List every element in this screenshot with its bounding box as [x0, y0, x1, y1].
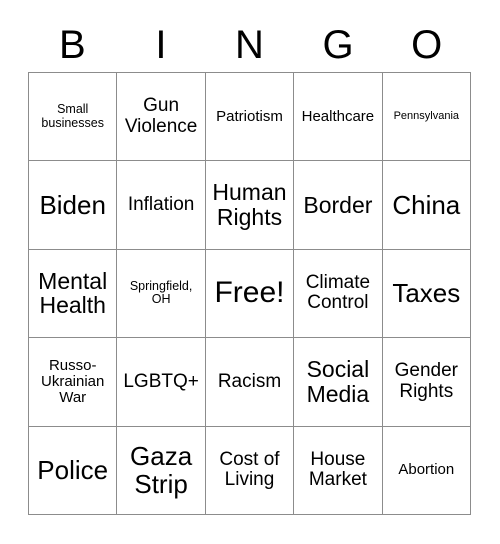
bingo-cell-label: Climate Control	[305, 271, 371, 314]
bingo-cell[interactable]: Border	[294, 161, 383, 250]
bingo-cell[interactable]: Springfield, OH	[117, 249, 206, 339]
bingo-cell-label: LGBTQ+	[123, 370, 199, 392]
bingo-cell[interactable]: Inflation	[117, 161, 206, 250]
bingo-cell-label: Free!	[214, 276, 285, 310]
bingo-cell[interactable]: Small businesses	[29, 73, 118, 162]
bingo-cell-label: Biden	[39, 190, 106, 221]
bingo-cell[interactable]: Mental Health	[29, 249, 118, 339]
bingo-cell[interactable]: Abortion	[382, 426, 471, 515]
bingo-header: B I N G O	[28, 18, 471, 72]
bingo-cell[interactable]: House Market	[294, 426, 383, 515]
bingo-cell-label: Abortion	[398, 461, 455, 479]
bingo-cell[interactable]: Gun Violence	[117, 73, 206, 162]
bingo-grid: Small businesses Gun Violence Patriotism…	[28, 72, 471, 515]
bingo-cell-label: Inflation	[127, 193, 195, 215]
bingo-cell[interactable]: Social Media	[294, 338, 383, 427]
bingo-cell-label: Patriotism	[216, 107, 283, 125]
bingo-cell-label: Gender Rights	[394, 360, 458, 402]
bingo-cell-label: Human Rights	[212, 179, 287, 231]
bingo-cell[interactable]: Healthcare	[294, 73, 383, 162]
bingo-cell-label: Border	[303, 191, 373, 218]
bingo-cell-label: Police	[37, 455, 109, 486]
bingo-cell[interactable]: Biden	[29, 161, 118, 250]
bingo-cell[interactable]: Gender Rights	[382, 338, 471, 427]
bingo-cell[interactable]: Cost of Living	[205, 426, 295, 515]
bingo-cell-label: Social Media	[306, 356, 370, 407]
bingo-cell[interactable]: Racism	[205, 338, 295, 427]
bingo-cell[interactable]: Gaza Strip	[117, 426, 206, 515]
bingo-cell-label: Taxes	[392, 278, 461, 309]
bingo-cell[interactable]: Taxes	[382, 249, 471, 339]
bingo-card: B I N G O Small businesses Gun Violence …	[0, 0, 500, 544]
bingo-cell-label: Mental Health	[38, 267, 108, 319]
bingo-cell-label: Racism	[217, 370, 282, 392]
bingo-cell-label: Russo-Ukrainian War	[41, 356, 105, 406]
bingo-cell[interactable]: Human Rights	[205, 161, 295, 250]
bingo-cell[interactable]: Russo-Ukrainian War	[29, 338, 118, 427]
bingo-cell-label: Gun Violence	[124, 95, 198, 137]
header-letter-n: N	[235, 23, 264, 67]
bingo-cell-label: Cost of Living	[219, 448, 280, 491]
header-letter-o: O	[411, 23, 443, 67]
bingo-cell-label: Small businesses	[41, 102, 104, 130]
bingo-cell[interactable]: LGBTQ+	[117, 338, 206, 427]
bingo-cell-label: Gaza Strip	[130, 441, 193, 500]
bingo-cell[interactable]: Climate Control	[294, 249, 383, 339]
header-letter-i: I	[155, 23, 167, 67]
bingo-cell-label: Springfield, OH	[129, 278, 193, 307]
bingo-cell-free[interactable]: Free!	[205, 249, 295, 339]
bingo-cell[interactable]: Pennsylvania	[382, 73, 471, 162]
bingo-cell[interactable]: Police	[29, 426, 118, 515]
header-letter-g: G	[322, 23, 354, 67]
bingo-cell[interactable]: China	[382, 161, 471, 250]
header-letter-b: B	[58, 23, 86, 67]
bingo-cell-label: House Market	[308, 448, 367, 491]
bingo-cell[interactable]: Patriotism	[205, 73, 295, 162]
bingo-cell-label: Healthcare	[301, 107, 375, 125]
bingo-cell-label: China	[392, 190, 461, 221]
bingo-cell-label: Pennsylvania	[393, 109, 460, 122]
